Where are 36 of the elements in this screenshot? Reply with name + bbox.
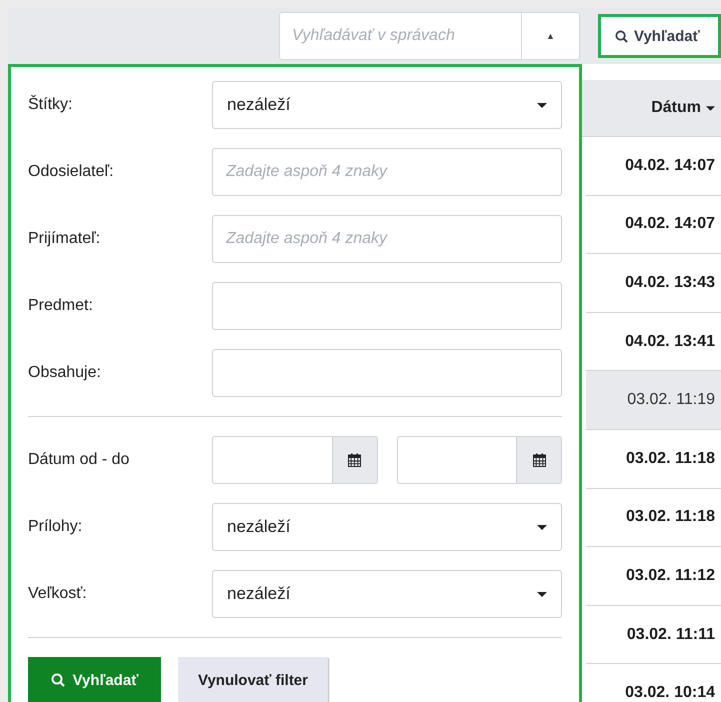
column-header[interactable]: Dátum	[582, 80, 721, 137]
date-cell: 03.02. 11:18	[586, 488, 721, 548]
caret-icon	[537, 524, 547, 530]
search-field[interactable]: Vyhľadávať v správach ▲	[279, 12, 580, 60]
caret-icon	[537, 592, 547, 596]
calendar-icon	[348, 453, 361, 467]
search-button[interactable]: Vyhľadať	[28, 657, 161, 702]
input-field[interactable]	[212, 349, 562, 397]
select-field[interactable]: nezáleží	[212, 81, 562, 129]
calendar-button[interactable]	[332, 437, 376, 483]
reset-button[interactable]: Vynulovať filter	[178, 657, 328, 702]
search-icon	[50, 673, 65, 687]
select-field[interactable]: nezáleží	[212, 503, 562, 551]
date-cell: 04.02. 14:07	[586, 196, 721, 254]
caret-icon	[537, 102, 547, 108]
sort-caret-icon	[706, 106, 715, 110]
toggle-button[interactable]: ▲	[521, 13, 579, 59]
calendar-button[interactable]	[516, 437, 561, 483]
select-field[interactable]: nezáleží	[212, 570, 562, 618]
search-icon	[615, 30, 628, 42]
field-label: Prijímateľ:	[28, 230, 102, 248]
date-field[interactable]	[212, 436, 378, 484]
calendar-icon	[532, 453, 546, 467]
input-field[interactable]: Zadajte aspoň 4 znaky	[212, 148, 562, 196]
field-label: Prílohy:	[28, 518, 84, 536]
field-label: Obsahuje:	[28, 364, 102, 382]
input-field[interactable]	[212, 282, 562, 330]
field-label: Veľkosť:	[28, 585, 88, 603]
field-label: Odosielateľ:	[28, 163, 115, 181]
date-cell: 03.02. 11:19	[586, 371, 721, 430]
date-field[interactable]	[396, 436, 562, 484]
field-label: Štítky:	[28, 96, 74, 114]
field-label: Dátum od - do	[28, 451, 130, 469]
search-button[interactable]: Vyhľadať	[598, 14, 721, 58]
input-field[interactable]: Zadajte aspoň 4 znaky	[212, 215, 562, 263]
field-label: Predmet:	[28, 297, 94, 315]
